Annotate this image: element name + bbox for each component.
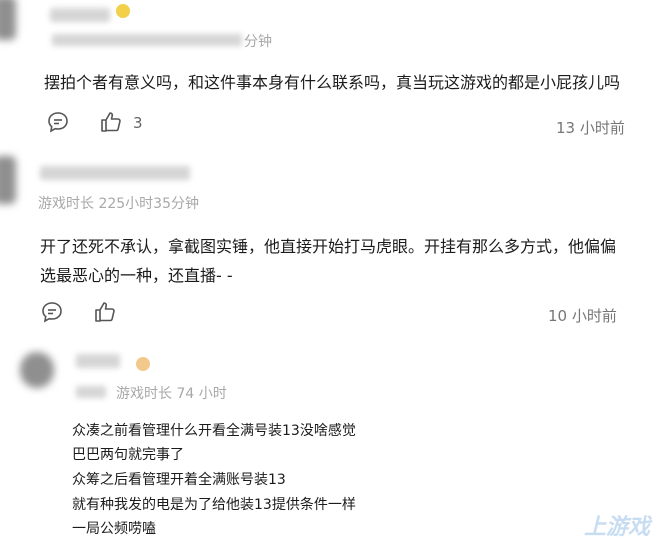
like-count: 3 bbox=[133, 114, 143, 132]
level-badge-icon bbox=[116, 4, 130, 18]
comment-meta: 游戏时长 74 小时 bbox=[116, 386, 227, 402]
username-blurred[interactable] bbox=[50, 8, 110, 22]
reply-icon[interactable] bbox=[40, 300, 64, 324]
comment-text-line-1: 开了还死不承认，拿截图实锤，他直接开始打马虎眼。开挂有那么多方式，他偏偏 bbox=[40, 237, 617, 256]
avatar[interactable] bbox=[0, 0, 16, 40]
play-time-blurred bbox=[76, 386, 106, 398]
comment-time: 10 小时前 bbox=[548, 307, 617, 325]
comment-3: 游戏时长 74 小时 众凑之前看管理什么开看全满号装13没啥感觉 巴巴两句就完事… bbox=[0, 340, 660, 543]
like-icon[interactable] bbox=[93, 300, 117, 324]
comment-text-line: 众凑之前看管理什么开看全满号装13没啥感觉 bbox=[72, 423, 356, 439]
comment-meta: 游戏时长 225小时35分钟 bbox=[38, 196, 199, 212]
comment-text-line-2: 选最恶心的一种，还直播- - bbox=[40, 266, 233, 285]
comment-time: 13 小时前 bbox=[556, 119, 625, 137]
like-icon[interactable] bbox=[99, 110, 123, 134]
comment-text: 摆拍个者有意义吗，和这件事本身有什么联系吗，真当玩这游戏的都是小屁孩儿吗 bbox=[44, 73, 621, 92]
level-badge-icon bbox=[136, 357, 150, 371]
comment-meta: 分钟 bbox=[244, 34, 272, 50]
avatar[interactable] bbox=[20, 352, 54, 388]
comment-1: 分钟 摆拍个者有意义吗，和这件事本身有什么联系吗，真当玩这游戏的都是小屁孩儿吗 … bbox=[0, 0, 660, 150]
watermark-logo: 上游戏 bbox=[583, 515, 650, 540]
play-time-blurred bbox=[52, 34, 242, 46]
comment-text-line: 就有种我发的电是为了给他装13提供条件一样 bbox=[72, 497, 356, 513]
reply-icon[interactable] bbox=[46, 110, 70, 134]
comment-text-line: 巴巴两句就完事了 bbox=[72, 447, 184, 463]
username-blurred[interactable] bbox=[40, 166, 190, 180]
username-blurred[interactable] bbox=[76, 354, 120, 368]
comment-text-line: 一局公频唠嗑 bbox=[72, 521, 156, 537]
avatar[interactable] bbox=[0, 156, 16, 204]
comment-text-line: 众筹之后看管理开着全满账号装13 bbox=[72, 472, 286, 488]
comment-2: 游戏时长 225小时35分钟 开了还死不承认，拿截图实锤，他直接开始打马虎眼。开… bbox=[0, 150, 660, 340]
